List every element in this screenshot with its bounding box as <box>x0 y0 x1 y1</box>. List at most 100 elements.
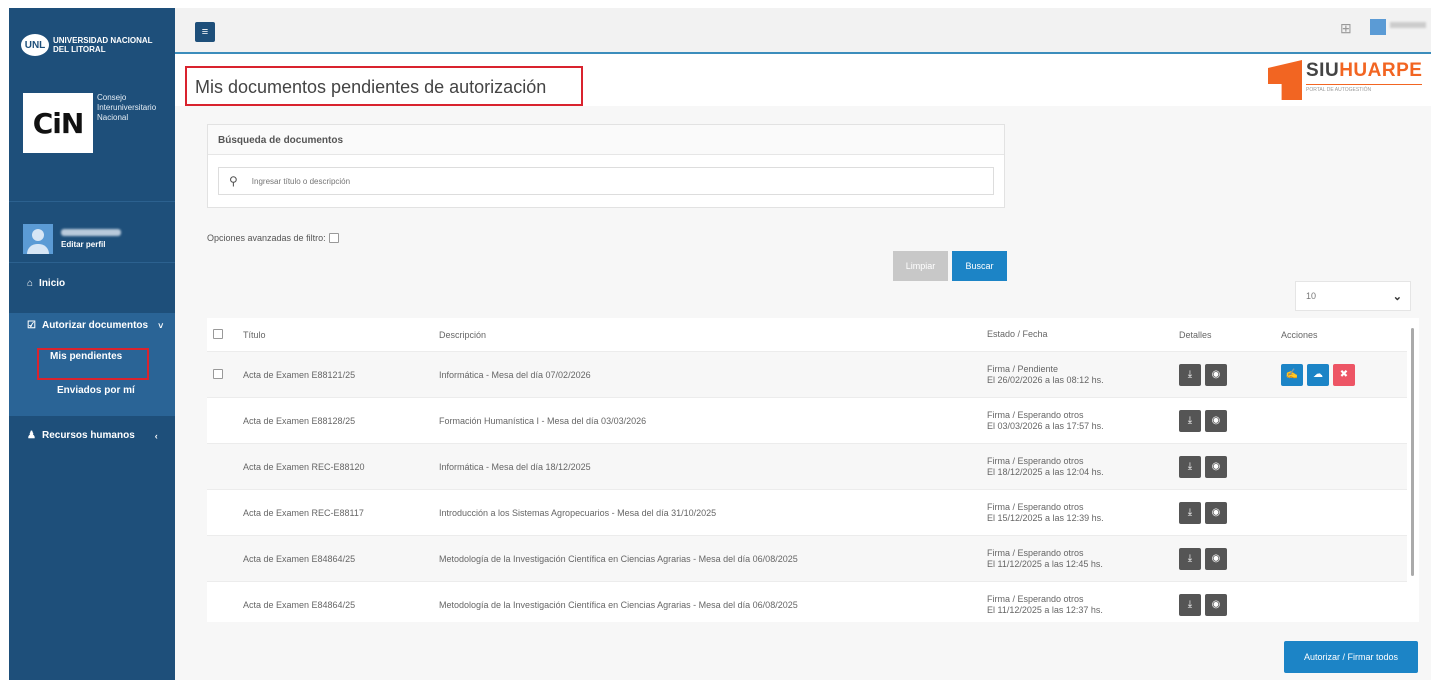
hamburger-icon[interactable]: ≡ <box>195 22 215 42</box>
row-title: Acta de Examen E84864/25 <box>243 553 356 564</box>
eye-icon[interactable]: ◉ <box>1205 455 1227 478</box>
topbar: ≡ ⊞ <box>175 8 1431 54</box>
upload-cloud-icon[interactable]: ☁ <box>1307 363 1329 386</box>
row-checkbox[interactable] <box>213 368 223 379</box>
table-header: Título Descripción Estado / Fecha Detall… <box>207 318 1407 352</box>
row-description: Informática - Mesa del día 07/02/2026 <box>439 369 591 380</box>
row-date: El 15/12/2025 a las 12:39 hs. <box>987 512 1104 523</box>
close-icon[interactable]: ✖ <box>1333 363 1355 386</box>
search-field[interactable]: ⚲ <box>218 167 994 195</box>
advanced-filter-checkbox[interactable] <box>328 233 339 243</box>
row-description: Introducción a los Sistemas Agropecuario… <box>439 507 717 518</box>
brand-subtitle: PORTAL DE AUTOGESTIÓN <box>1306 84 1423 93</box>
main-content: Búsqueda de documentos ⚲ Opciones avanza… <box>175 106 1431 680</box>
eye-icon[interactable]: ◉ <box>1205 363 1227 386</box>
search-panel: Búsqueda de documentos ⚲ <box>207 124 1005 208</box>
sidebar-item-mis-pendientes[interactable]: Mis pendientes <box>50 351 122 362</box>
sidebar-item-enviados[interactable]: Enviados por mí <box>57 385 135 396</box>
sidebar: UNL UNIVERSIDAD NACIONAL DEL LITORAL CiN… <box>9 8 175 680</box>
chevron-left-icon: ‹ <box>154 430 158 441</box>
row-status-cell: Firma / Esperando otros El 15/12/2025 a … <box>979 502 1169 524</box>
page-size-value: 10 <box>1306 291 1317 301</box>
row-description: Metodología de la Investigación Científi… <box>439 553 798 564</box>
table-row: Acta de Examen E84864/25 Metodología de … <box>207 536 1407 582</box>
user-name-redacted <box>1390 22 1426 28</box>
user-icon: ♟ <box>27 430 36 441</box>
unl-logo-mark: UNL <box>21 34 49 56</box>
row-date: El 11/12/2025 a las 12:37 hs. <box>987 604 1103 615</box>
select-all-checkbox[interactable] <box>213 328 223 339</box>
download-icon[interactable]: ⤓ <box>1179 501 1201 524</box>
row-description: Formación Humanística I - Mesa del día 0… <box>439 415 647 426</box>
row-description: Metodología de la Investigación Científi… <box>439 599 798 610</box>
row-description: Informática - Mesa del día 18/12/2025 <box>439 461 591 472</box>
documents-table: Título Descripción Estado / Fecha Detall… <box>207 318 1419 622</box>
sign-icon[interactable]: ✍ <box>1281 363 1303 386</box>
col-header-description[interactable]: Descripción <box>433 330 979 340</box>
user-avatar[interactable] <box>1370 19 1386 35</box>
row-status: Firma / Esperando otros <box>987 547 1084 558</box>
sidebar-item-recursos[interactable]: ♟ Recursos humanos ‹ <box>9 430 175 441</box>
page-title: Mis documentos pendientes de autorizació… <box>195 77 547 97</box>
user-name-redacted <box>61 229 121 236</box>
row-status: Firma / Pendiente <box>987 363 1059 374</box>
table-row: Acta de Examen REC-E88120 Informática - … <box>207 444 1407 490</box>
clear-button[interactable]: Limpiar <box>893 251 948 281</box>
eye-icon[interactable]: ◉ <box>1205 409 1227 432</box>
sidebar-item-label: Recursos humanos <box>41 430 135 441</box>
row-date: El 11/12/2025 a las 12:45 hs. <box>987 558 1103 569</box>
search-panel-title: Búsqueda de documentos <box>208 125 1004 155</box>
page-size-select[interactable]: 10 ⌄ <box>1295 281 1411 311</box>
download-icon[interactable]: ⤓ <box>1179 363 1201 386</box>
advanced-filter: Opciones avanzadas de filtro: <box>207 233 339 243</box>
row-status-cell: Firma / Esperando otros El 11/12/2025 a … <box>979 548 1169 570</box>
table-row: Acta de Examen E84864/25 Metodología de … <box>207 582 1407 622</box>
table-row: Acta de Examen E88121/25 Informática - M… <box>207 352 1407 398</box>
sidebar-item-label: Autorizar documentos <box>41 320 149 331</box>
siu-logo-mark <box>1268 60 1302 100</box>
cin-logo[interactable]: CiN Consejo Interuniversitario Nacional <box>23 93 167 153</box>
cin-logo-text: Consejo Interuniversitario Nacional <box>97 93 157 122</box>
row-title: Acta de Examen E88128/25 <box>243 415 356 426</box>
chevron-down-icon: ˅ <box>158 320 164 331</box>
sidebar-divider <box>9 201 175 202</box>
sidebar-item-autorizar[interactable]: ☑ Autorizar documentos ˅ <box>9 320 175 331</box>
download-icon[interactable]: ⤓ <box>1179 455 1201 478</box>
row-title: Acta de Examen E88121/25 <box>243 369 356 380</box>
chevron-down-icon: ⌄ <box>1392 290 1402 303</box>
edit-profile-link[interactable]: Editar perfil <box>61 240 121 249</box>
row-status: Firma / Esperando otros <box>987 593 1084 604</box>
col-header-details: Detalles <box>1179 329 1212 340</box>
search-icon: ⚲ <box>229 174 238 188</box>
cin-logo-mark: CiN <box>23 93 93 153</box>
authorize-all-button[interactable]: Autorizar / Firmar todos <box>1284 641 1418 673</box>
table-scrollbar[interactable] <box>1411 328 1414 576</box>
col-header-status[interactable]: Estado / Fecha <box>979 329 1169 340</box>
home-icon: ⌂ <box>27 278 34 289</box>
checkbox-icon: ☑ <box>27 320 36 331</box>
download-icon[interactable]: ⤓ <box>1179 409 1201 432</box>
avatar[interactable] <box>23 224 53 254</box>
row-date: El 26/02/2026 a las 08:12 hs. <box>987 374 1104 385</box>
row-date: El 03/03/2026 a las 17:57 hs. <box>987 420 1104 431</box>
row-date: El 18/12/2025 a las 12:04 hs. <box>987 466 1104 477</box>
col-header-title[interactable]: Título <box>237 330 433 340</box>
grid-icon[interactable]: ⊞ <box>1340 20 1352 37</box>
row-status-cell: Firma / Esperando otros El 11/12/2025 a … <box>979 594 1169 616</box>
download-icon[interactable]: ⤓ <box>1179 547 1201 570</box>
search-button[interactable]: Buscar <box>952 251 1007 281</box>
row-title: Acta de Examen REC-E88117 <box>243 507 364 518</box>
download-icon[interactable]: ⤓ <box>1179 593 1201 616</box>
table-row: Acta de Examen REC-E88117 Introducción a… <box>207 490 1407 536</box>
eye-icon[interactable]: ◉ <box>1205 593 1227 616</box>
row-status-cell: Firma / Pendiente El 26/02/2026 a las 08… <box>979 364 1169 386</box>
eye-icon[interactable]: ◉ <box>1205 547 1227 570</box>
sidebar-item-inicio[interactable]: ⌂ Inicio <box>9 278 175 289</box>
unl-logo-text: UNIVERSIDAD NACIONAL DEL LITORAL <box>53 36 153 54</box>
sidebar-item-label: Inicio <box>39 278 66 289</box>
col-header-actions: Acciones <box>1281 329 1318 340</box>
row-title: Acta de Examen E84864/25 <box>243 599 356 610</box>
eye-icon[interactable]: ◉ <box>1205 501 1227 524</box>
unl-logo[interactable]: UNL UNIVERSIDAD NACIONAL DEL LITORAL <box>21 34 163 56</box>
search-input[interactable] <box>251 176 952 186</box>
